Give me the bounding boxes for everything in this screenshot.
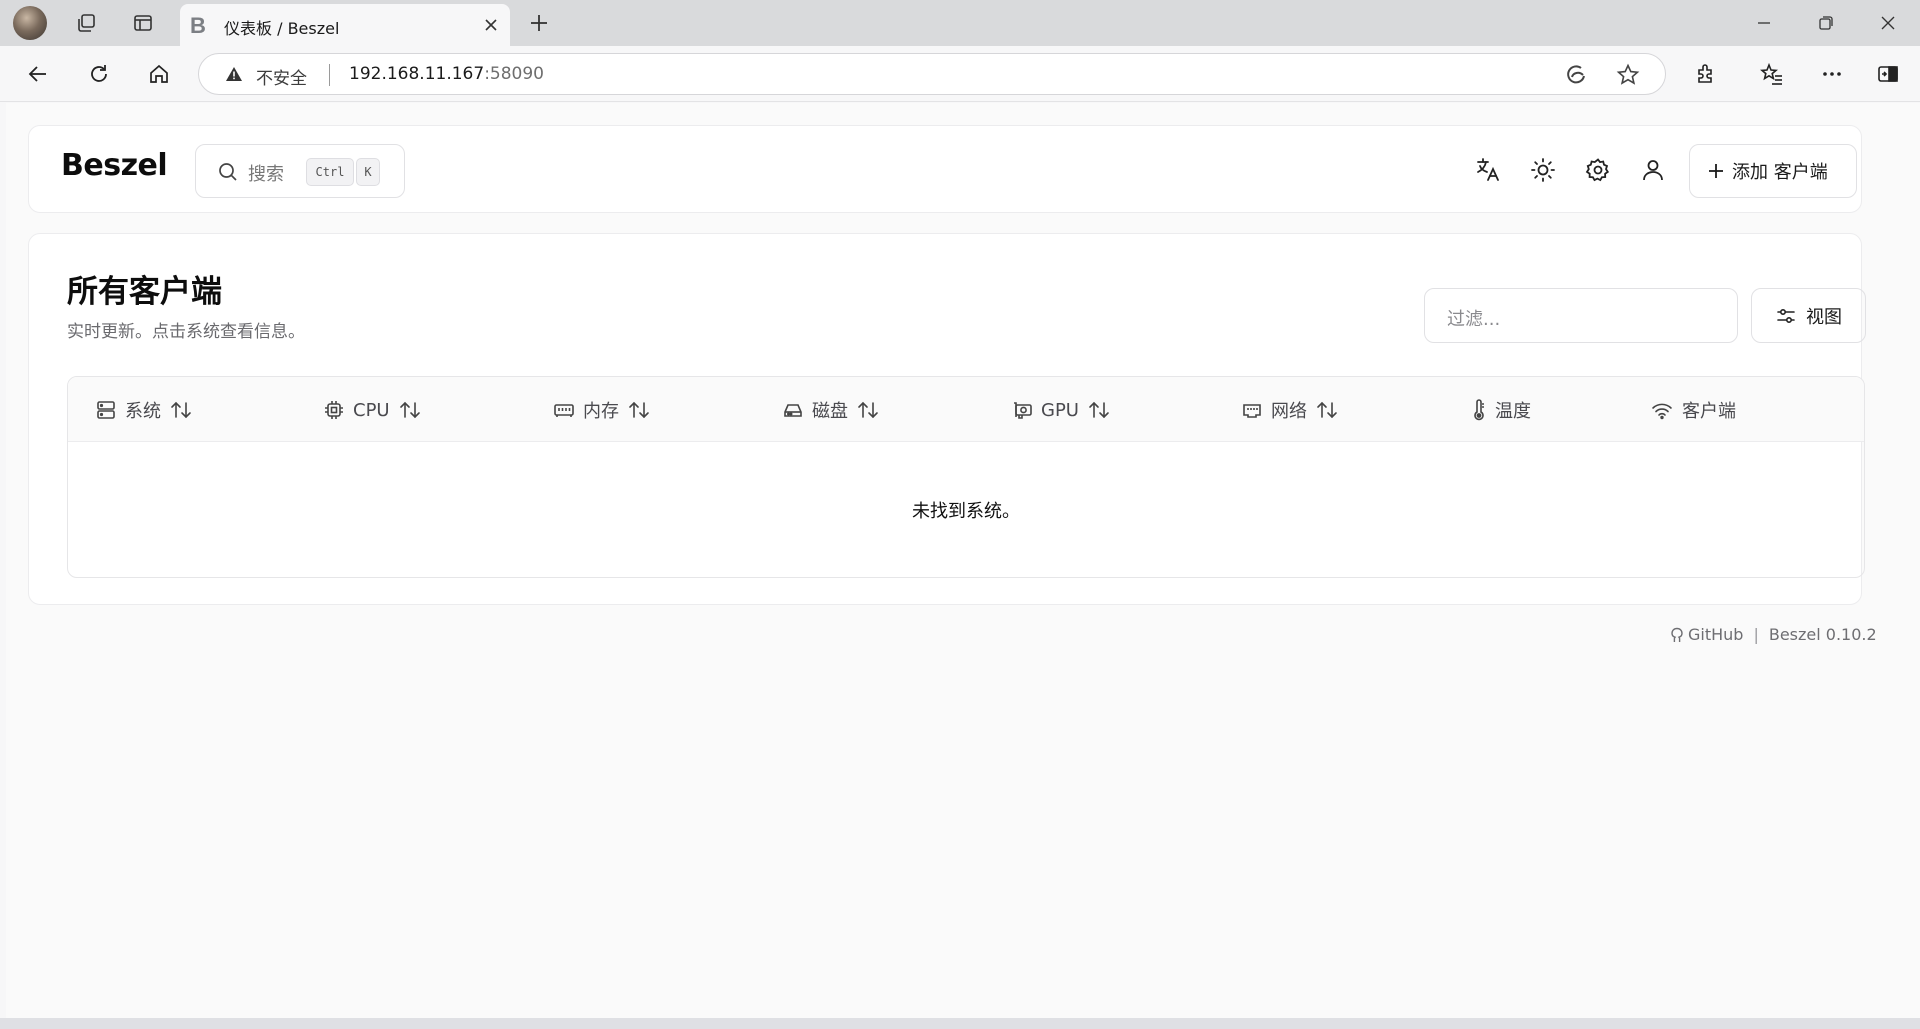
column-header-client[interactable]: 客户端 [1651, 397, 1736, 423]
sidebar-icon[interactable] [1872, 58, 1904, 90]
home-icon[interactable] [143, 58, 175, 90]
divider [329, 64, 330, 86]
refresh-icon[interactable] [83, 58, 115, 90]
workspaces-icon[interactable] [71, 8, 101, 38]
tab-title: 仪表板 / Beszel [224, 19, 340, 38]
close-window-icon[interactable] [1868, 8, 1908, 38]
column-label: 网络 [1271, 401, 1307, 422]
favorites-icon[interactable] [1756, 58, 1788, 90]
app-logo[interactable]: Beszel [61, 148, 168, 183]
column-label: 温度 [1495, 401, 1531, 422]
cpu-icon [324, 400, 344, 420]
browser-tab-strip: B 仪表板 / Beszel [0, 0, 1920, 46]
sort-icon[interactable] [628, 400, 650, 420]
more-icon[interactable] [1816, 58, 1848, 90]
sort-icon[interactable] [399, 400, 421, 420]
address-bar[interactable]: 不安全 192.168.11.167:58090 [198, 53, 1666, 95]
page-subtitle: 实时更新。点击系统查看信息。 [67, 322, 305, 342]
server-icon [96, 400, 116, 420]
kbd-ctrl: Ctrl [306, 158, 354, 186]
column-label: 客户端 [1682, 401, 1736, 422]
window-bottom-edge [0, 1018, 1920, 1029]
thermometer-icon [1472, 399, 1486, 421]
close-icon[interactable] [480, 14, 502, 36]
search-placeholder: 搜索 [248, 164, 284, 185]
star-icon[interactable] [1615, 62, 1641, 88]
sort-icon[interactable] [1088, 400, 1110, 420]
column-label: 系统 [125, 401, 161, 422]
wifi-icon [1651, 400, 1673, 420]
sort-icon[interactable] [170, 400, 192, 420]
column-label: 磁盘 [812, 401, 848, 422]
add-client-button[interactable]: 添加 客户端 [1689, 144, 1857, 198]
kbd-k: K [356, 158, 380, 186]
active-tab[interactable]: B 仪表板 / Beszel [180, 4, 510, 46]
theme-toggle-icon[interactable] [1527, 154, 1559, 186]
sliders-icon [1776, 306, 1796, 326]
column-label: GPU [1041, 399, 1079, 421]
view-label: 视图 [1806, 306, 1842, 328]
extensions-icon[interactable] [1690, 58, 1722, 90]
column-header-network[interactable]: 网络 [1242, 397, 1338, 423]
column-header-disk[interactable]: 磁盘 [783, 397, 879, 423]
column-label: 内存 [583, 401, 619, 422]
disk-icon [783, 400, 803, 420]
github-link[interactable]: GitHub [1688, 625, 1743, 644]
plus-icon[interactable] [524, 10, 554, 36]
systems-table: 系统 CPU 内存 磁盘 GPU 网络 温度 客户端 未找到系统。 [67, 376, 1865, 578]
plus-icon [1708, 163, 1724, 179]
empty-state-message: 未找到系统。 [912, 501, 1020, 522]
memory-icon [554, 400, 574, 420]
gpu-icon [1012, 400, 1032, 420]
tab-actions-icon[interactable] [128, 8, 158, 38]
column-header-system[interactable]: 系统 [96, 397, 192, 423]
page-content: Beszel 搜索 Ctrl K 添加 客户端 所有客户端 实时更新。点击系统查… [6, 103, 1920, 1018]
edge-icon[interactable] [1563, 62, 1589, 88]
language-icon[interactable] [1472, 154, 1504, 186]
app-header: Beszel 搜索 Ctrl K 添加 客户端 [28, 125, 1862, 213]
systems-card: 所有客户端 实时更新。点击系统查看信息。 过滤... 视图 系统 CPU 内存 … [28, 233, 1866, 605]
warning-icon[interactable] [225, 66, 243, 82]
minimize-icon[interactable] [1744, 8, 1784, 38]
tab-favicon: B [190, 13, 206, 38]
security-label[interactable]: 不安全 [256, 64, 307, 89]
footer: GitHub | Beszel 0.10.2 [1670, 625, 1877, 644]
sort-icon[interactable] [1316, 400, 1338, 420]
url-text[interactable]: 192.168.11.167:58090 [349, 64, 544, 84]
github-icon [1670, 627, 1684, 643]
settings-icon[interactable] [1582, 154, 1614, 186]
user-icon[interactable] [1637, 154, 1669, 186]
sort-icon[interactable] [857, 400, 879, 420]
column-header-gpu[interactable]: GPU [1012, 397, 1110, 423]
add-client-label: 添加 客户端 [1732, 162, 1828, 183]
filter-placeholder: 过滤... [1447, 309, 1501, 330]
column-header-memory[interactable]: 内存 [554, 397, 650, 423]
filter-input[interactable]: 过滤... [1424, 288, 1738, 343]
table-header: 系统 CPU 内存 磁盘 GPU 网络 温度 客户端 [68, 377, 1864, 442]
column-label: CPU [353, 399, 390, 421]
column-header-cpu[interactable]: CPU [324, 397, 421, 423]
search-button[interactable]: 搜索 Ctrl K [195, 144, 405, 198]
footer-separator: | [1753, 625, 1759, 644]
view-button[interactable]: 视图 [1751, 288, 1866, 343]
search-icon [218, 162, 238, 182]
browser-toolbar: 不安全 192.168.11.167:58090 [0, 46, 1920, 102]
column-header-temperature[interactable]: 温度 [1472, 397, 1531, 423]
network-icon [1242, 400, 1262, 420]
page-title: 所有客户端 [67, 274, 222, 310]
profile-avatar[interactable] [13, 6, 47, 40]
back-icon[interactable] [22, 58, 54, 90]
version-link[interactable]: Beszel 0.10.2 [1769, 625, 1877, 644]
restore-icon[interactable] [1806, 8, 1846, 38]
